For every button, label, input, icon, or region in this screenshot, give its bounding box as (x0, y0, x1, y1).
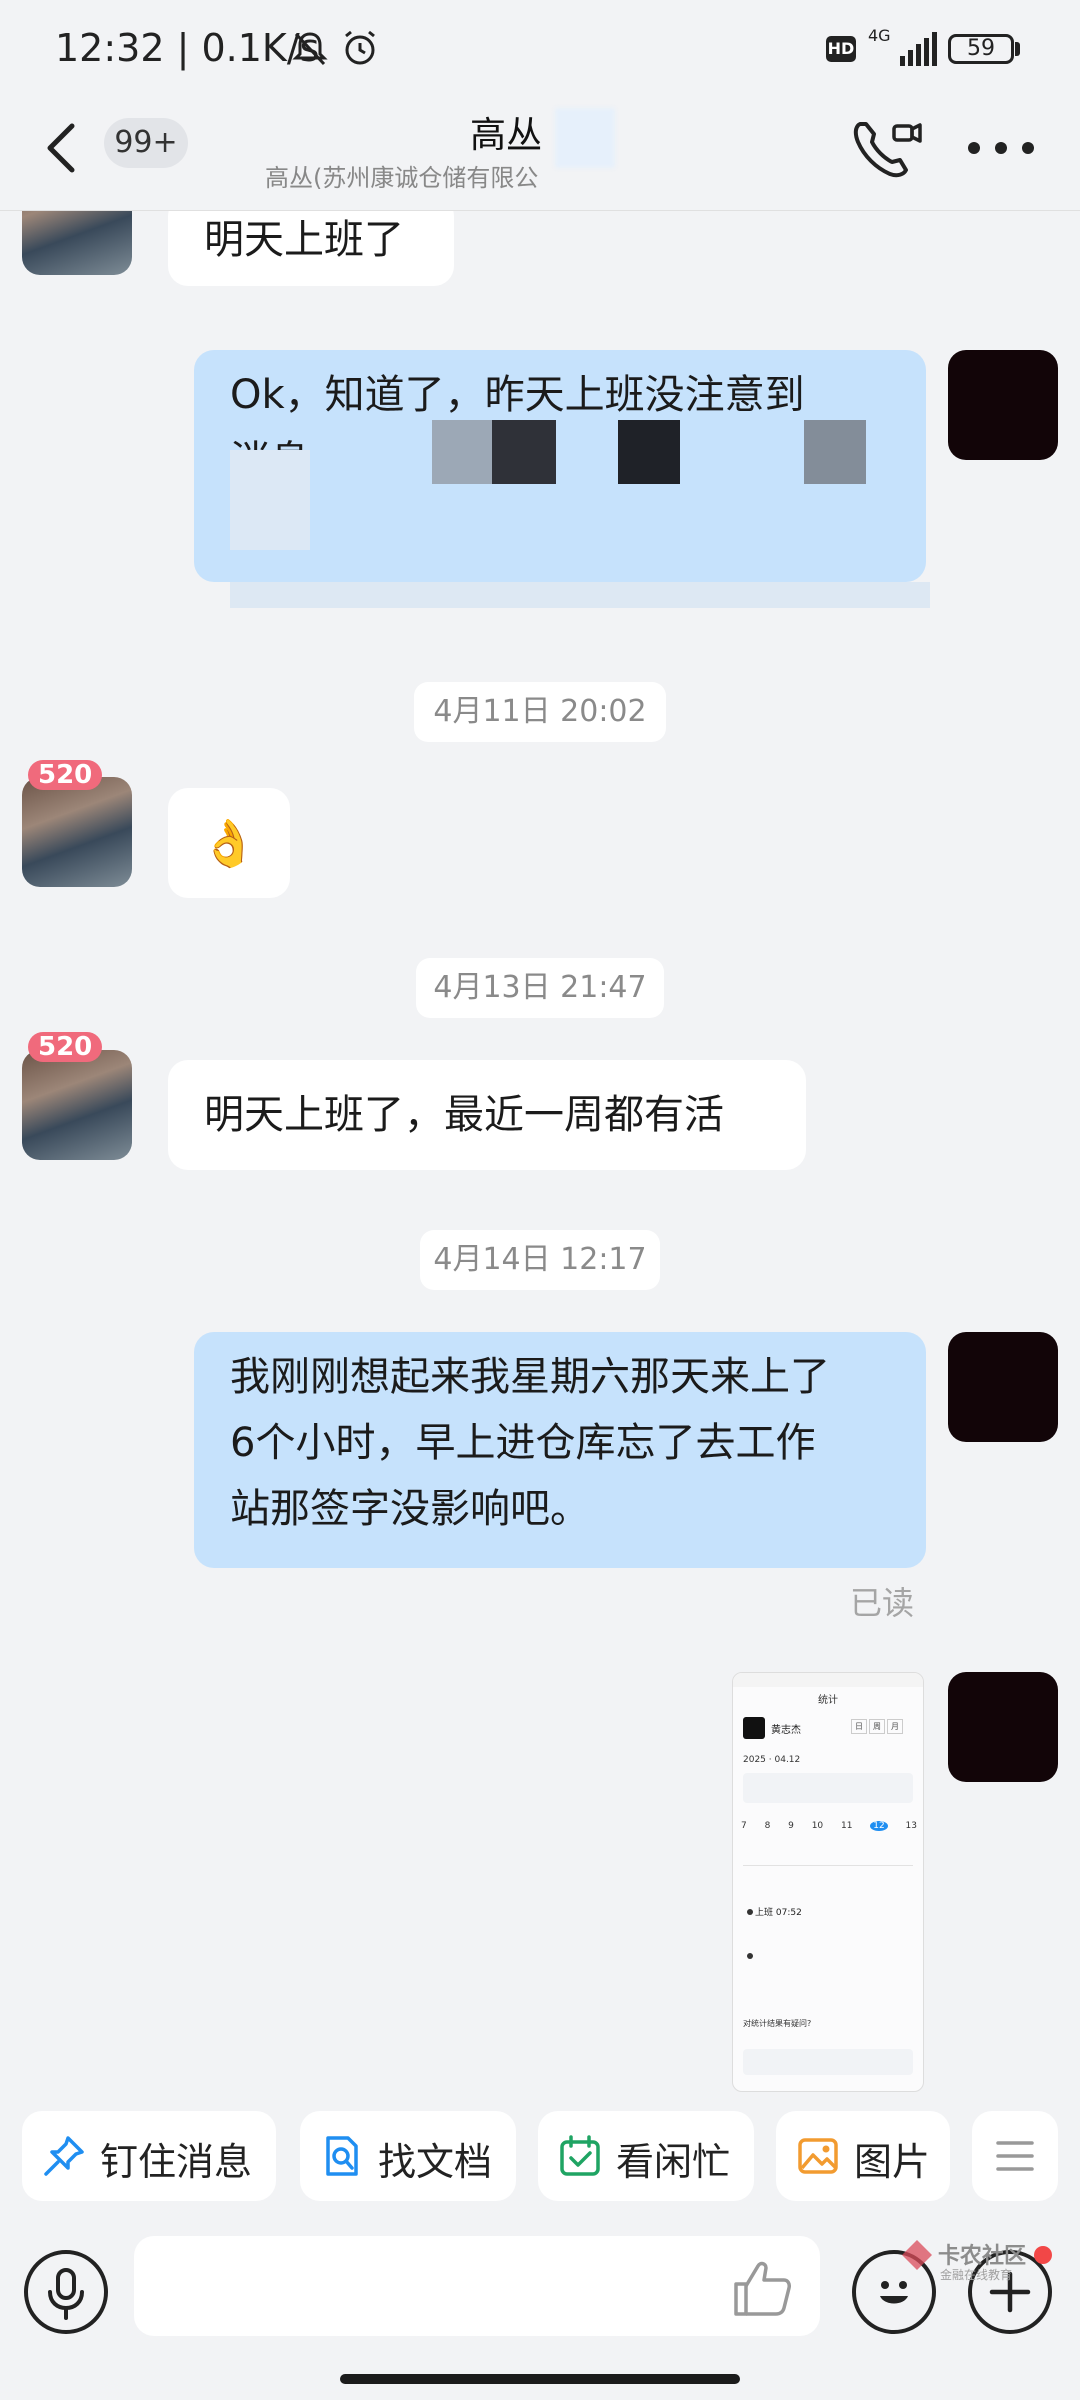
chat-header: 99+ 高丛 高丛(苏州康诚仓储有限公 (0, 100, 1080, 211)
redaction-blur (492, 420, 556, 484)
message-bubble[interactable]: 明天上班了，最近一周都有活 (168, 1060, 806, 1170)
network-type: 4G (868, 26, 891, 45)
redaction-blur (230, 450, 310, 550)
thumb-avatar (743, 1717, 765, 1739)
hd-badge: HD (826, 36, 856, 62)
thumb-segments: 日 周 月 (851, 1719, 903, 1734)
redaction-blur (555, 108, 615, 168)
unread-count-badge[interactable]: 99+ (104, 118, 188, 168)
image-icon (798, 2138, 838, 2174)
voice-input-button[interactable] (24, 2250, 108, 2334)
redaction-blur (432, 420, 492, 484)
signal-icon (900, 32, 937, 66)
self-avatar[interactable] (948, 1672, 1058, 1782)
phone-video-call-icon[interactable] (850, 116, 924, 180)
more-options-icon[interactable] (966, 140, 1036, 156)
thumb-notice (743, 1773, 913, 1803)
status-time: 12:32 | 0.1K/s (55, 26, 320, 70)
pin-icon (44, 2136, 84, 2176)
quick-action-label: 钉住消息 (100, 2140, 253, 2184)
message-text: 明天上班了 (204, 217, 404, 263)
thumb-banner (743, 2049, 913, 2075)
thumb-checkin: 上班 07:52 (755, 1908, 802, 1918)
quick-actions-bar: 钉住消息 找文档 看闲忙 图片 (0, 2095, 1080, 2215)
avatar-tag-520: 520 (28, 760, 103, 790)
chat-title: 高丛 (470, 115, 543, 156)
avatar-tag-520: 520 (28, 1032, 103, 1062)
message-bubble-self[interactable]: 我刚刚想起来我星期六那天来上了 6个小时，早上进仓库忘了去工作 站那签字没影响吧… (194, 1332, 926, 1568)
thumb-day-selected: 12 (870, 1821, 888, 1831)
thumbs-up-icon[interactable] (730, 2258, 794, 2318)
message-text: 6个小时，早上进仓库忘了去工作 (230, 1420, 816, 1466)
message-text: 我刚刚想起来我星期六那天来上了 (230, 1354, 830, 1400)
thumb-day: 9 (788, 1821, 794, 1831)
check-availability-button[interactable]: 看闲忙 (538, 2111, 754, 2201)
quick-action-label: 找文档 (378, 2140, 493, 2184)
thumb-footer: 对统计结果有疑问? (743, 2019, 812, 2028)
watermark: 卡农社区 金融在线教育 (900, 2228, 1070, 2288)
watermark-subtitle: 金融在线教育 (940, 2268, 1013, 2282)
thumb-statusbar (733, 1673, 923, 1687)
alarm-icon (345, 30, 375, 65)
thumb-segment: 周 (869, 1719, 885, 1734)
thumb-day: 11 (840, 1821, 853, 1831)
thumb-name: 黄志杰 (771, 1725, 801, 1736)
thumb-week-row: 7 8 9 10 11 12 13 (741, 1821, 917, 1831)
bell-muted-icon (292, 32, 328, 66)
redaction-blur (618, 420, 680, 484)
image-message-thumbnail[interactable]: 统计 黄志杰 日 周 月 2025 · 04.12 7 8 9 10 11 12… (732, 1672, 924, 2092)
message-input[interactable] (134, 2236, 820, 2336)
home-indicator[interactable] (340, 2374, 740, 2384)
microphone-icon (48, 2268, 84, 2320)
find-document-button[interactable]: 找文档 (300, 2111, 516, 2201)
message-text: 消息 (230, 428, 890, 494)
contact-avatar[interactable] (22, 777, 132, 887)
pin-message-button[interactable]: 钉住消息 (22, 2111, 276, 2201)
quick-action-label: 图片 (854, 2140, 931, 2184)
thumb-day: 8 (764, 1821, 771, 1831)
watermark-logo-icon (902, 2240, 932, 2270)
self-avatar[interactable] (948, 350, 1058, 460)
battery-tip (1015, 42, 1020, 56)
thumb-day: 13 (905, 1821, 917, 1831)
message-bubble[interactable]: 👌 (168, 788, 290, 898)
menu-lines-icon (996, 2141, 1034, 2171)
doc-search-icon (326, 2136, 358, 2176)
timestamp-chip: 4月14日 12:17 (420, 1230, 660, 1290)
quick-action-label: 看闲忙 (616, 2140, 731, 2184)
thumb-day: 10 (811, 1821, 824, 1831)
contact-avatar[interactable] (22, 1050, 132, 1160)
more-actions-button[interactable] (972, 2111, 1058, 2201)
timestamp-chip: 4月11日 20:02 (414, 682, 666, 742)
message-text: 站那签字没影响吧。 (230, 1486, 590, 1532)
thumb-divider (743, 1865, 913, 1866)
image-button[interactable]: 图片 (776, 2111, 950, 2201)
read-receipt: 已读 (850, 1584, 915, 1622)
message-text: 明天上班了，最近一周都有活 (204, 1092, 724, 1138)
back-arrow-icon[interactable] (40, 118, 80, 178)
thumb-segment: 日 (851, 1719, 867, 1734)
thumb-title: 统计 (818, 1695, 838, 1706)
battery-indicator: 59 (948, 34, 1014, 64)
thumb-dot (747, 1909, 753, 1915)
calendar-check-icon (560, 2135, 600, 2176)
redaction-blur (230, 582, 930, 608)
chat-subtitle: 高丛(苏州康诚仓储有限公 (265, 164, 539, 192)
redaction-blur (804, 420, 866, 484)
thumb-segment: 月 (887, 1719, 903, 1734)
message-text: Ok，知道了，昨天上班没注意到 (230, 372, 805, 418)
thumb-day: 7 (741, 1821, 747, 1831)
status-bar: 12:32 | 0.1K/s HD 4G 59 (0, 0, 1080, 100)
timestamp-chip: 4月13日 21:47 (416, 958, 664, 1018)
ok-hand-emoji: 👌 (200, 816, 258, 870)
self-avatar[interactable] (948, 1332, 1058, 1442)
thumb-date: 2025 · 04.12 (743, 1755, 801, 1765)
thumb-dot (747, 1953, 753, 1959)
